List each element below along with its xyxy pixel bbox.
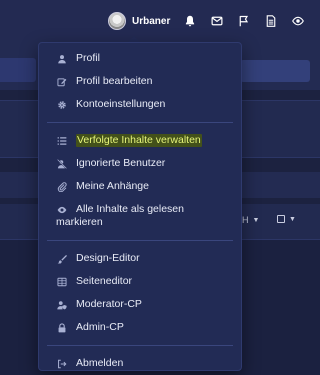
menu-item-kontoeinstellungen[interactable]: Kontoeinstellungen [39,93,241,116]
flag-icon[interactable] [230,10,257,32]
envelope-icon[interactable] [203,10,230,32]
menu-divider [47,122,233,123]
menu-item-label: Profil bearbeiten [76,75,153,87]
filter-label: H [242,215,249,225]
menu-item-label: Design-Editor [76,252,140,264]
chevron-down-icon: ▼ [252,216,260,224]
lock-icon [56,321,68,334]
menu-item-label: Ignorierte Benutzer [76,157,166,169]
menu-item-label: Abmelden [76,357,124,369]
menu-item-abmelden[interactable]: Abmelden [39,352,241,375]
eye-icon[interactable] [284,10,311,32]
menu-item-moderator-cp[interactable]: Moderator-CP [39,293,241,316]
sign-out-icon [56,357,68,370]
user-slash-icon [56,157,68,170]
chevron-down-icon: ▼ [289,215,296,223]
menu-item-alle-gelesen[interactable]: Alle Inhalte als gelesen markieren [39,198,241,234]
search-input[interactable] [240,60,310,82]
paperclip-icon [56,180,68,193]
checkbox-icon[interactable] [277,215,285,223]
top-bar: Urbaner [0,0,320,40]
menu-item-label: Verfolgte Inhalte verwalten [76,134,202,147]
menu-item-design-editor[interactable]: Design-Editor [39,247,241,270]
brush-icon [56,252,68,265]
menu-item-profil-bearbeiten[interactable]: Profil bearbeiten [39,70,241,93]
menu-item-ignorierte-benutzer[interactable]: Ignorierte Benutzer [39,152,241,175]
user-menu-toggle[interactable]: Urbaner [108,10,170,32]
menu-divider [47,240,233,241]
menu-item-label: Seiteneditor [76,275,133,287]
menu-item-label: Moderator-CP [76,298,142,310]
user-dropdown-menu: Profil Profil bearbeiten Kontoeinstellun… [38,42,242,371]
user-shield-icon [56,298,68,311]
menu-item-label: Meine Anhänge [76,180,149,192]
menu-item-label: Alle Inhalte als gelesen markieren [56,203,184,228]
user-icon [56,52,68,65]
menu-item-meine-anhaenge[interactable]: Meine Anhänge [39,175,241,198]
list-icon [56,134,68,147]
avatar[interactable] [108,12,126,30]
eye-icon [56,203,68,216]
bell-icon[interactable] [176,10,203,32]
menu-item-label: Profil [76,52,100,64]
username[interactable]: Urbaner [132,16,170,27]
menu-item-admin-cp[interactable]: Admin-CP [39,316,241,339]
filter-dropdown[interactable]: H ▼ [242,215,259,225]
edit-icon [56,75,68,88]
table-icon [56,275,68,288]
menu-divider [47,345,233,346]
gear-icon [56,98,68,111]
menu-item-verfolgte-inhalte[interactable]: Verfolgte Inhalte verwalten [39,129,241,152]
document-icon[interactable] [257,10,284,32]
menu-item-label: Kontoeinstellungen [76,98,166,110]
nav-tab[interactable] [0,58,36,82]
menu-item-seiteneditor[interactable]: Seiteneditor [39,270,241,293]
menu-item-label: Admin-CP [76,321,124,333]
select-all-dropdown[interactable]: ▼ [277,215,296,223]
menu-item-profil[interactable]: Profil [39,47,241,70]
